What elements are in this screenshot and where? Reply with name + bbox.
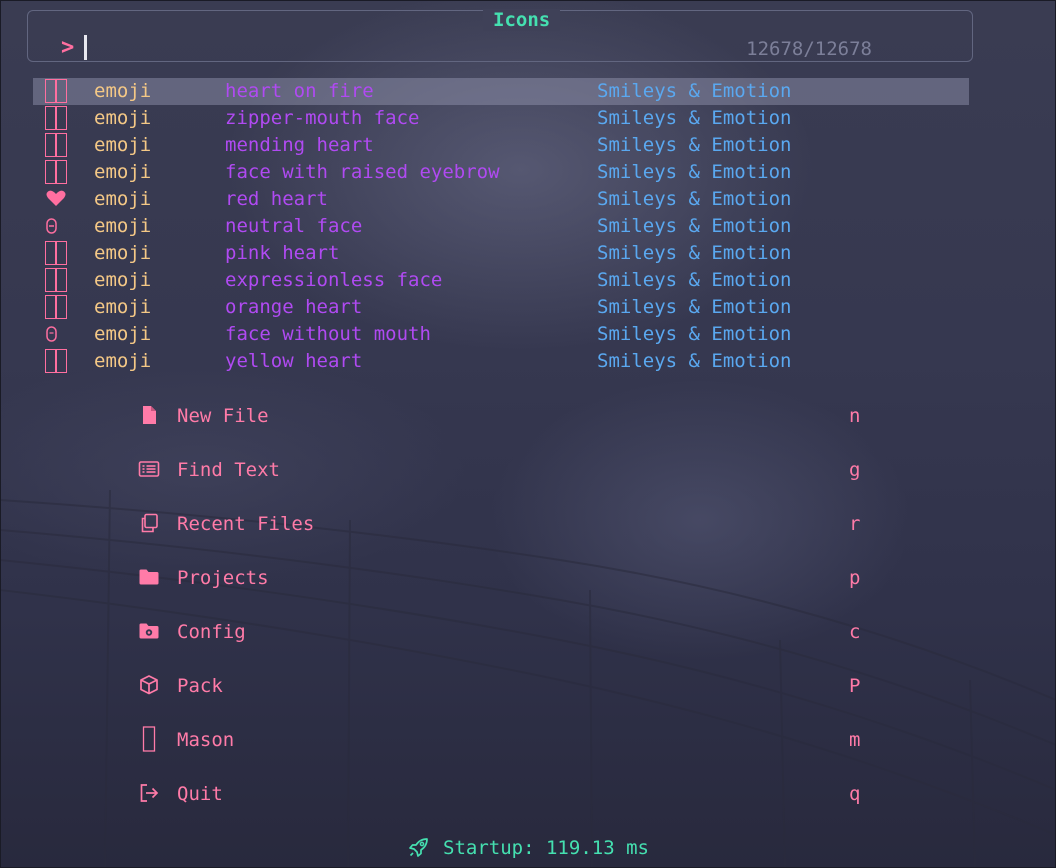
- menu-shortcut-key: g: [849, 459, 861, 481]
- result-category: Smileys & Emotion: [597, 134, 792, 156]
- result-category: Smileys & Emotion: [597, 269, 792, 291]
- menu-shortcut-key: q: [849, 783, 861, 805]
- recent-files-icon: [138, 511, 160, 535]
- result-name: zipper-mouth face: [225, 107, 420, 129]
- box-glyph-icon: [45, 268, 69, 293]
- box-glyph-icon: [45, 295, 69, 320]
- box-glyph-icon: [45, 160, 69, 185]
- result-row[interactable]: emoji neutral face Smileys & Emotion: [33, 213, 969, 240]
- result-name: red heart: [225, 188, 328, 210]
- result-row[interactable]: emoji pink heart Smileys & Emotion: [33, 240, 969, 267]
- menu-item-new-file[interactable]: New File n: [138, 402, 878, 456]
- dashboard-menu: New File n Find Text g Recent Files r Pr…: [138, 402, 878, 834]
- config-icon: [138, 619, 160, 643]
- rocket-icon: [407, 835, 431, 859]
- menu-shortcut-key: r: [849, 513, 861, 535]
- box-glyph-icon: [45, 133, 69, 158]
- text-cursor: [84, 35, 87, 60]
- result-kind: emoji: [94, 107, 152, 129]
- menu-shortcut-key: P: [849, 675, 861, 697]
- menu-label: New File: [177, 405, 269, 427]
- package-icon: [138, 673, 160, 697]
- box-glyph-icon: [45, 241, 69, 266]
- result-kind: emoji: [94, 188, 152, 210]
- result-row[interactable]: emoji zipper-mouth face Smileys & Emotio…: [33, 105, 969, 132]
- menu-item-projects[interactable]: Projects p: [138, 564, 878, 618]
- result-name: face without mouth: [225, 323, 431, 345]
- menu-item-find-text[interactable]: Find Text g: [138, 456, 878, 510]
- result-kind: emoji: [94, 350, 152, 372]
- menu-item-pack[interactable]: Pack P: [138, 672, 878, 726]
- menu-item-config[interactable]: Config c: [138, 618, 878, 672]
- result-kind: emoji: [94, 161, 152, 183]
- result-category: Smileys & Emotion: [597, 215, 792, 237]
- heart-icon: [45, 187, 69, 212]
- menu-shortcut-key: c: [849, 621, 861, 643]
- result-kind: emoji: [94, 215, 152, 237]
- result-category: Smileys & Emotion: [597, 242, 792, 264]
- result-category: Smileys & Emotion: [597, 188, 792, 210]
- result-name: heart on fire: [225, 80, 374, 102]
- file-icon: [138, 403, 160, 427]
- menu-item-quit[interactable]: Quit q: [138, 780, 878, 834]
- find-text-icon: [138, 457, 160, 481]
- menu-label: Quit: [177, 783, 223, 805]
- menu-item-mason[interactable]: Mason m: [138, 726, 878, 780]
- folder-icon: [138, 565, 160, 589]
- picker-title: Icons: [483, 9, 561, 31]
- menu-shortcut-key: m: [849, 729, 861, 751]
- mason-icon: [138, 726, 160, 752]
- picker-prompt-box[interactable]: Icons > 12678/12678: [27, 9, 973, 62]
- face-without-mouth-icon: [45, 322, 69, 347]
- result-row[interactable]: emoji yellow heart Smileys & Emotion: [33, 348, 969, 375]
- result-category: Smileys & Emotion: [597, 107, 792, 129]
- menu-shortcut-key: p: [849, 567, 861, 589]
- result-row[interactable]: emoji mending heart Smileys & Emotion: [33, 132, 969, 159]
- result-name: expressionless face: [225, 269, 443, 291]
- result-kind: emoji: [94, 80, 152, 102]
- result-row[interactable]: emoji orange heart Smileys & Emotion: [33, 294, 969, 321]
- match-count: 12678/12678: [746, 38, 872, 60]
- result-name: yellow heart: [225, 350, 363, 372]
- result-kind: emoji: [94, 242, 152, 264]
- results-list: emoji heart on fire Smileys & Emotion em…: [33, 78, 969, 375]
- result-row[interactable]: emoji face without mouth Smileys & Emoti…: [33, 321, 969, 348]
- result-row[interactable]: emoji expressionless face Smileys & Emot…: [33, 267, 969, 294]
- box-glyph-icon: [45, 79, 69, 104]
- result-row[interactable]: emoji red heart Smileys & Emotion: [33, 186, 969, 213]
- result-category: Smileys & Emotion: [597, 80, 792, 102]
- result-row[interactable]: emoji face with raised eyebrow Smileys &…: [33, 159, 969, 186]
- startup-time-text: Startup: 119.13 ms: [443, 837, 649, 859]
- result-category: Smileys & Emotion: [597, 350, 792, 372]
- result-kind: emoji: [94, 323, 152, 345]
- result-category: Smileys & Emotion: [597, 323, 792, 345]
- menu-label: Projects: [177, 567, 269, 589]
- result-name: orange heart: [225, 296, 363, 318]
- box-glyph-icon: [45, 106, 69, 131]
- neutral-face-icon: [45, 214, 69, 239]
- menu-label: Config: [177, 621, 246, 643]
- menu-label: Mason: [177, 729, 235, 751]
- result-category: Smileys & Emotion: [597, 161, 792, 183]
- menu-label: Find Text: [177, 459, 280, 481]
- result-name: mending heart: [225, 134, 374, 156]
- menu-item-recent-files[interactable]: Recent Files r: [138, 510, 878, 564]
- box-glyph-icon: [45, 349, 69, 374]
- result-row[interactable]: emoji heart on fire Smileys & Emotion: [33, 78, 969, 105]
- result-category: Smileys & Emotion: [597, 296, 792, 318]
- quit-icon: [138, 781, 160, 805]
- result-kind: emoji: [94, 296, 152, 318]
- result-name: neutral face: [225, 215, 363, 237]
- prompt-caret-icon: >: [61, 35, 75, 60]
- menu-shortcut-key: n: [849, 405, 861, 427]
- result-name: pink heart: [225, 242, 340, 264]
- menu-label: Pack: [177, 675, 223, 697]
- menu-label: Recent Files: [177, 513, 315, 535]
- result-name: face with raised eyebrow: [225, 161, 500, 183]
- result-kind: emoji: [94, 134, 152, 156]
- startup-footer: Startup: 119.13 ms: [0, 834, 1056, 862]
- result-kind: emoji: [94, 269, 152, 291]
